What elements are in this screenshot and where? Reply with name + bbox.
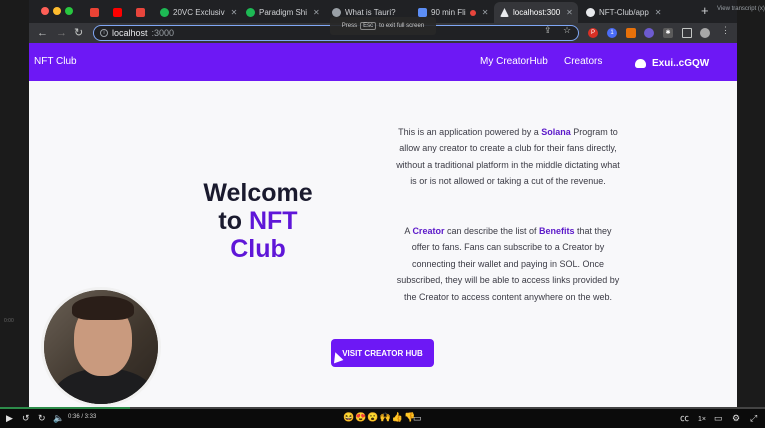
spotify-icon: [246, 8, 255, 17]
tab-gmail[interactable]: [84, 2, 106, 23]
comment-icon[interactable]: ▭: [413, 413, 422, 423]
video-player-bar: ▶ ↺ ↻ 🔈 0:36 / 3:33 😆😍😮🙌👍👎 ▭ ㏄ 1× ▭ ⚙ ⤢: [0, 407, 765, 428]
bookmark-star-icon[interactable]: ☆: [563, 25, 571, 36]
close-window-icon[interactable]: [41, 7, 49, 15]
rewind-icon[interactable]: ↺: [22, 413, 30, 423]
close-tab-icon[interactable]: ✕: [655, 8, 662, 17]
presenter-hair: [72, 296, 134, 320]
view-transcript-link[interactable]: View transcript (x): [717, 6, 765, 12]
image-icon: [418, 8, 427, 17]
tab-paradigm[interactable]: Paradigm Shi ✕: [240, 2, 324, 23]
sidebar-icon[interactable]: [682, 28, 692, 38]
brand-link[interactable]: NFT Club: [34, 56, 77, 67]
volume-icon[interactable]: 🔈: [53, 413, 64, 423]
address-port: :3000: [151, 28, 175, 38]
progress-track[interactable]: [0, 407, 765, 409]
theater-mode-icon[interactable]: ▭: [714, 413, 723, 423]
intro-paragraph: This is an application powered by a Sola…: [396, 127, 620, 187]
visit-creator-hub-button[interactable]: VISIT CREATOR HUB: [331, 339, 434, 367]
maximize-window-icon[interactable]: [65, 7, 73, 15]
tab-localhost[interactable]: localhost:300 ✕: [494, 2, 578, 23]
password-manager-icon[interactable]: 1: [607, 28, 617, 38]
recording-icon: [469, 9, 476, 16]
fullscreen-hint: Press Esc to exit full screen: [330, 17, 436, 35]
youtube-icon: [113, 8, 122, 17]
spotify-icon: [160, 8, 169, 17]
creator-paragraph: A Creator can describe the list of Benef…: [396, 226, 620, 302]
reaction-emojis[interactable]: 😆😍😮🙌👍👎: [343, 412, 416, 423]
playback-speed[interactable]: 1×: [698, 415, 706, 425]
progress-fill: [0, 407, 131, 409]
tab-app[interactable]: [130, 2, 152, 23]
nav-creators[interactable]: Creators: [564, 56, 602, 67]
close-tab-icon[interactable]: ✕: [566, 8, 573, 17]
wallet-address: Exui..cGQW: [652, 58, 710, 69]
close-tab-icon[interactable]: ✕: [231, 8, 238, 17]
tab-github[interactable]: NFT-Club/app ✕: [580, 2, 664, 23]
puzzle-extensions-icon[interactable]: ✱: [663, 28, 673, 38]
webcam-overlay: [41, 287, 161, 407]
forward-icon[interactable]: ↻: [38, 413, 46, 423]
app-navbar: NFT Club My CreatorHub Creators Exui..cG…: [29, 43, 737, 81]
back-icon[interactable]: ←: [37, 26, 48, 40]
screen: 20VC Exclusiv ✕ Paradigm Shi ✕ What is Tau…: [0, 0, 765, 428]
github-icon: [586, 8, 595, 17]
site-info-icon[interactable]: i: [100, 29, 108, 37]
nav-my-creatorhub[interactable]: My CreatorHub: [480, 56, 548, 67]
link-icon: [332, 8, 341, 17]
wallet-button[interactable]: Exui..cGQW: [635, 58, 709, 69]
new-tab-button[interactable]: +: [701, 3, 709, 18]
extension-icon[interactable]: [644, 28, 654, 38]
close-tab-icon[interactable]: ✕: [313, 8, 320, 17]
share-icon[interactable]: ⇪: [544, 25, 552, 36]
forward-icon[interactable]: →: [56, 26, 67, 40]
minimize-window-icon[interactable]: [53, 7, 61, 15]
avatar[interactable]: [700, 28, 710, 38]
side-timestamp: 0:00: [4, 318, 14, 324]
app-icon: [136, 8, 145, 17]
extension-icon[interactable]: [626, 28, 636, 38]
tab-youtube[interactable]: [107, 2, 129, 23]
fullscreen-icon[interactable]: ⤢: [750, 413, 757, 423]
captions-icon[interactable]: ㏄: [680, 413, 689, 423]
extension-icon[interactable]: P: [588, 28, 598, 38]
gmail-icon: [90, 8, 99, 17]
play-icon[interactable]: ▶: [6, 413, 13, 423]
tab-20vc[interactable]: 20VC Exclusiv ✕: [154, 2, 238, 23]
address-host: localhost: [112, 28, 148, 38]
settings-icon[interactable]: ⚙: [732, 413, 740, 423]
close-tab-icon[interactable]: ✕: [482, 8, 489, 17]
reload-icon[interactable]: ↻: [74, 26, 83, 40]
time-display: 0:36 / 3:33: [68, 414, 97, 420]
vite-icon: [500, 8, 509, 17]
phantom-wallet-icon: [635, 59, 646, 68]
menu-kebab-icon[interactable]: ⋮: [721, 25, 730, 36]
hero-title: Welcome to NFT Club: [203, 179, 313, 263]
